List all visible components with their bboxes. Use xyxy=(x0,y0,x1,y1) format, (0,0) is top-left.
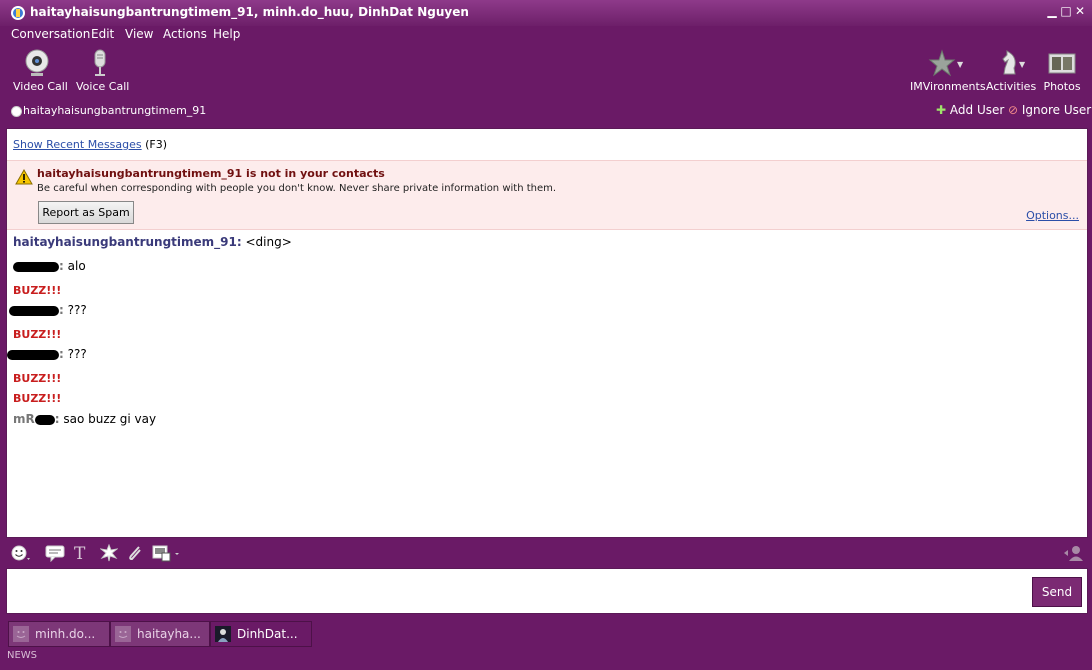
activities-dropdown-icon[interactable]: ▼ xyxy=(1019,60,1025,69)
menu-view[interactable]: View xyxy=(125,27,153,41)
window-title: haitayhaisungbantrungtimem_91, minh.do_h… xyxy=(30,5,469,19)
message-text: <ding> xyxy=(245,235,292,249)
status-dot-icon xyxy=(11,106,22,117)
contact-display-icon[interactable] xyxy=(1062,544,1084,565)
show-recent-messages-link[interactable]: Show Recent Messages xyxy=(13,138,142,151)
avatar-icon xyxy=(115,626,131,642)
message-sender: haitayhaisungbantrungtimem_91: xyxy=(13,235,242,249)
activities-button[interactable]: Activities xyxy=(986,48,1036,93)
menu-bar: Conversation Edit View Actions Help xyxy=(0,26,1092,46)
contact-name[interactable]: haitayhaisungbantrungtimem_91 xyxy=(23,104,206,117)
tab-label: minh.do... xyxy=(35,627,96,641)
yahoo-messenger-icon xyxy=(11,6,25,20)
smiley-icon[interactable] xyxy=(11,544,31,565)
warning-icon xyxy=(15,169,33,185)
message-input[interactable] xyxy=(6,568,1088,614)
message-sender: mR xyxy=(13,412,35,426)
warning-title: haitayhaisungbantrungtimem_91 is not in … xyxy=(37,167,385,180)
menu-help[interactable]: Help xyxy=(213,27,240,41)
message-text: ??? xyxy=(67,347,87,361)
video-call-label: Video Call xyxy=(13,80,68,93)
webcam-icon xyxy=(25,49,49,76)
voice-call-label: Voice Call xyxy=(76,80,130,93)
insert-image-icon[interactable] xyxy=(152,544,182,565)
chat-message: haitayhaisungbantrungtimem_91: <ding> xyxy=(13,235,292,249)
redacted-sender xyxy=(13,261,59,272)
buzz-message: BUZZ!!! xyxy=(13,392,62,405)
recent-messages-row: Show Recent Messages (F3) xyxy=(13,138,167,151)
imvironments-icon xyxy=(928,49,956,77)
chat-message: : alo xyxy=(13,259,86,273)
conversation-pane[interactable]: Show Recent Messages (F3) haitayhaisungb… xyxy=(6,128,1088,538)
avatar-icon xyxy=(13,626,29,642)
unknown-contact-warning: haitayhaisungbantrungtimem_91 is not in … xyxy=(7,160,1087,230)
buzz-message: BUZZ!!! xyxy=(13,372,62,385)
buzz-message: BUZZ!!! xyxy=(13,328,62,341)
buzz-message: BUZZ!!! xyxy=(13,284,62,297)
ignore-icon: ⊘ xyxy=(1008,103,1019,117)
plus-icon: ✚ xyxy=(936,103,947,117)
chat-message: mR: sao buzz gi vay xyxy=(13,412,157,426)
tab-conversation[interactable]: haitayha... xyxy=(110,621,210,647)
send-button[interactable]: Send xyxy=(1032,577,1082,607)
photos-button[interactable]: Photos xyxy=(1042,48,1082,93)
ignore-user-button[interactable]: ⊘ Ignore User xyxy=(1008,103,1091,117)
font-format-icon[interactable]: T xyxy=(74,544,85,564)
title-bar: haitayhaisungbantrungtimem_91, minh.do_h… xyxy=(0,0,1092,26)
tab-conversation[interactable]: minh.do... xyxy=(8,621,110,647)
chat-message: : ??? xyxy=(9,303,87,317)
message-text: sao buzz gi vay xyxy=(63,412,157,426)
news-label[interactable]: NEWS xyxy=(7,650,37,661)
toolbar: Video Call Voice Call IMVironments ▼ Act… xyxy=(0,46,1092,100)
redacted-sender xyxy=(34,414,55,425)
close-icon[interactable]: ✕ xyxy=(1074,5,1086,17)
menu-actions[interactable]: Actions xyxy=(163,27,207,41)
add-user-label: Add User xyxy=(949,103,1005,117)
activities-label: Activities xyxy=(986,80,1037,93)
message-text: ??? xyxy=(67,303,87,317)
report-spam-button[interactable]: Report as Spam xyxy=(38,201,134,224)
tab-label: DinhDat... xyxy=(237,627,298,641)
add-user-button[interactable]: ✚ Add User xyxy=(936,103,1004,117)
formatting-bar: T xyxy=(0,540,1092,566)
tab-conversation-active[interactable]: DinhDat... xyxy=(210,621,312,647)
imvironments-label: IMVironments xyxy=(910,80,986,93)
avatar-icon xyxy=(215,626,231,642)
attach-file-icon[interactable] xyxy=(126,544,144,565)
ignore-user-label: Ignore User xyxy=(1021,103,1092,117)
redacted-sender xyxy=(9,305,59,316)
maximize-icon[interactable]: □ xyxy=(1060,5,1072,17)
menu-edit[interactable]: Edit xyxy=(91,27,114,41)
photos-icon xyxy=(1048,53,1076,74)
voice-call-button[interactable]: Voice Call xyxy=(76,48,129,93)
minimize-icon[interactable]: ▁ xyxy=(1046,5,1058,17)
video-call-button[interactable]: Video Call xyxy=(13,48,68,93)
photos-label: Photos xyxy=(1043,80,1081,93)
audible-icon[interactable] xyxy=(45,544,65,565)
imvironments-button[interactable]: IMVironments xyxy=(910,48,986,93)
recent-shortcut: (F3) xyxy=(145,138,168,151)
buzz-icon[interactable] xyxy=(99,543,119,565)
message-text: alo xyxy=(67,259,86,273)
imvironments-dropdown-icon[interactable]: ▼ xyxy=(957,60,963,69)
redacted-sender xyxy=(7,349,59,360)
microphone-icon xyxy=(94,49,106,76)
tab-label: haitayha... xyxy=(137,627,201,641)
chat-message: : ??? xyxy=(7,347,87,361)
contact-bar: haitayhaisungbantrungtimem_91 ✚ Add User… xyxy=(0,100,1092,122)
menu-conversation[interactable]: Conversation xyxy=(11,27,90,41)
conversation-tabs: minh.do... haitayha... DinhDat... xyxy=(0,618,1092,648)
warning-text: Be careful when corresponding with peopl… xyxy=(37,183,557,194)
options-link[interactable]: Options... xyxy=(1026,209,1079,222)
